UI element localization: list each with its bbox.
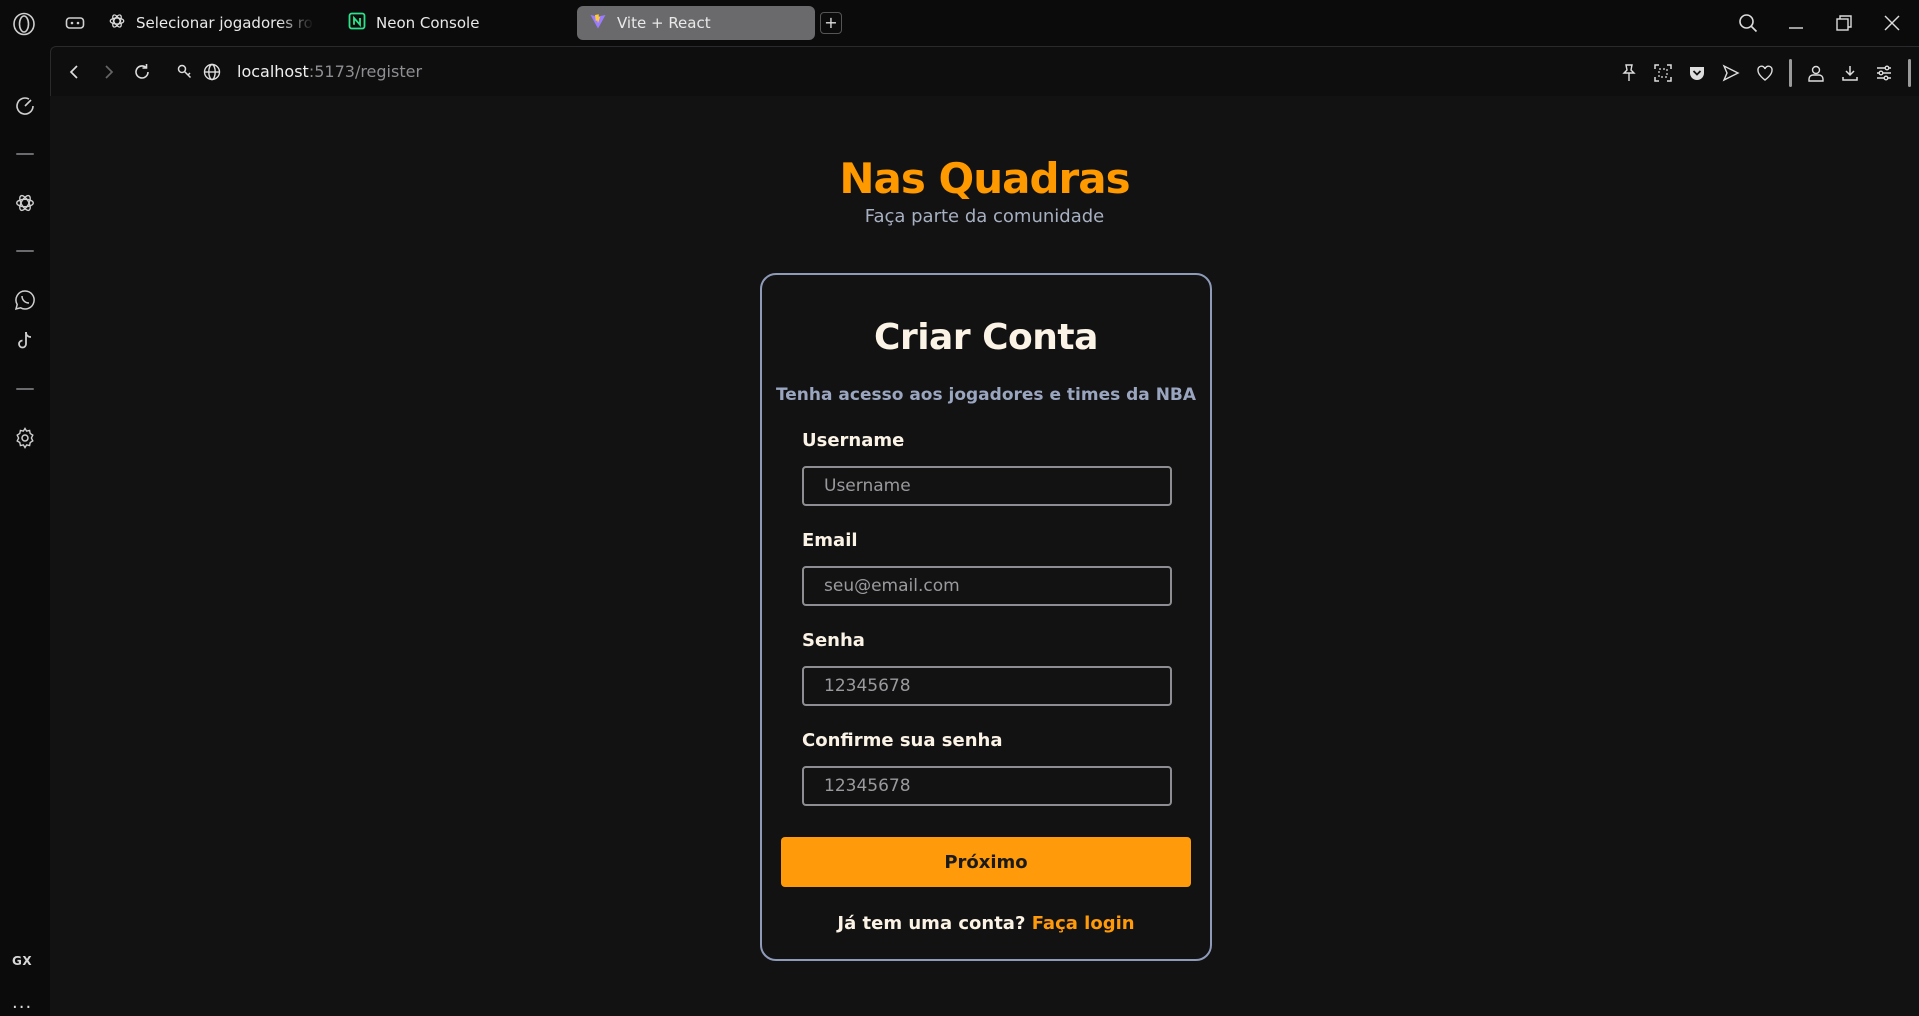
reload-icon[interactable] (130, 60, 154, 84)
next-button[interactable]: Próximo (781, 837, 1191, 887)
globe-icon[interactable] (200, 60, 224, 84)
settings-gear-icon[interactable] (13, 426, 37, 450)
send-icon[interactable] (1721, 61, 1741, 85)
login-prompt-row: Já tem uma conta? Faça login (762, 913, 1210, 934)
snapshot-icon[interactable] (1653, 61, 1673, 85)
toolbar-right (1619, 59, 1911, 87)
sidebar: GX ... (0, 46, 50, 1016)
restore-icon[interactable] (1831, 10, 1857, 36)
brand-title: Nas Quadras (839, 154, 1130, 203)
toolbar-separator (1908, 59, 1911, 87)
pocket-icon[interactable] (1687, 61, 1707, 85)
profile-icon[interactable] (1806, 61, 1826, 85)
address-bar: localhost:5173/register (50, 46, 1919, 96)
close-icon[interactable] (1879, 10, 1905, 36)
search-icon[interactable] (1735, 10, 1761, 36)
confirm-password-label: Confirme sua senha (802, 730, 1003, 751)
download-icon[interactable] (1840, 61, 1860, 85)
tab-vite-react[interactable]: Vite + React (577, 6, 815, 40)
easy-setup-icon[interactable] (1874, 61, 1894, 85)
url-field[interactable]: localhost:5173/register (237, 62, 422, 81)
openai-icon (108, 12, 126, 34)
confirm-password-input[interactable] (802, 766, 1172, 806)
speed-dial-icon[interactable] (13, 94, 37, 118)
whatsapp-icon[interactable] (13, 288, 37, 312)
opera-logo-icon[interactable] (10, 10, 38, 38)
site-key-icon[interactable] (173, 60, 197, 84)
tab-label: Neon Console (376, 14, 480, 32)
window-controls (1735, 10, 1905, 36)
sidebar-divider (16, 250, 34, 252)
sidebar-divider (16, 388, 34, 390)
pin-icon[interactable] (1619, 61, 1639, 85)
heart-icon[interactable] (1755, 61, 1775, 85)
password-label: Senha (802, 630, 865, 651)
neon-icon (348, 12, 366, 34)
more-menu-icon[interactable]: ... (12, 992, 32, 1013)
gx-label[interactable]: GX (12, 954, 32, 968)
card-subtitle: Tenha acesso aos jogadores e times da NB… (775, 385, 1197, 405)
register-card: Criar Conta Tenha acesso aos jogadores e… (760, 273, 1212, 961)
brand-subtitle: Faça parte da comunidade (864, 206, 1105, 227)
email-input[interactable] (802, 566, 1172, 606)
tab-bar: Selecionar jogadores roste Neon Console … (0, 0, 1919, 46)
minimize-icon[interactable] (1783, 10, 1809, 36)
back-icon[interactable] (63, 60, 87, 84)
page-content: Nas Quadras Faça parte da comunidade Cri… (50, 96, 1919, 1016)
username-input[interactable] (802, 466, 1172, 506)
tab-label: Selecionar jogadores roste (136, 14, 314, 32)
tab-neon-console[interactable]: Neon Console (336, 6, 566, 40)
toolbar-separator (1789, 59, 1792, 87)
login-link[interactable]: Faça login (1032, 913, 1135, 934)
forward-icon[interactable] (96, 60, 120, 84)
password-input[interactable] (802, 666, 1172, 706)
vite-icon (589, 12, 607, 34)
username-label: Username (802, 430, 905, 451)
tab-label: Vite + React (617, 14, 711, 32)
tiktok-icon[interactable] (13, 329, 37, 353)
card-title: Criar Conta (874, 317, 1098, 358)
login-prompt: Já tem uma conta? (837, 913, 1026, 934)
tab-selecionar-jogadores[interactable]: Selecionar jogadores roste (96, 6, 326, 40)
chatgpt-icon[interactable] (13, 191, 37, 215)
email-label: Email (802, 530, 858, 551)
url-host: localhost (237, 62, 309, 81)
new-tab-button[interactable]: + (820, 12, 842, 34)
url-path: :5173/register (308, 62, 423, 81)
gx-corner-icon[interactable] (64, 12, 86, 34)
sidebar-divider (16, 153, 34, 155)
